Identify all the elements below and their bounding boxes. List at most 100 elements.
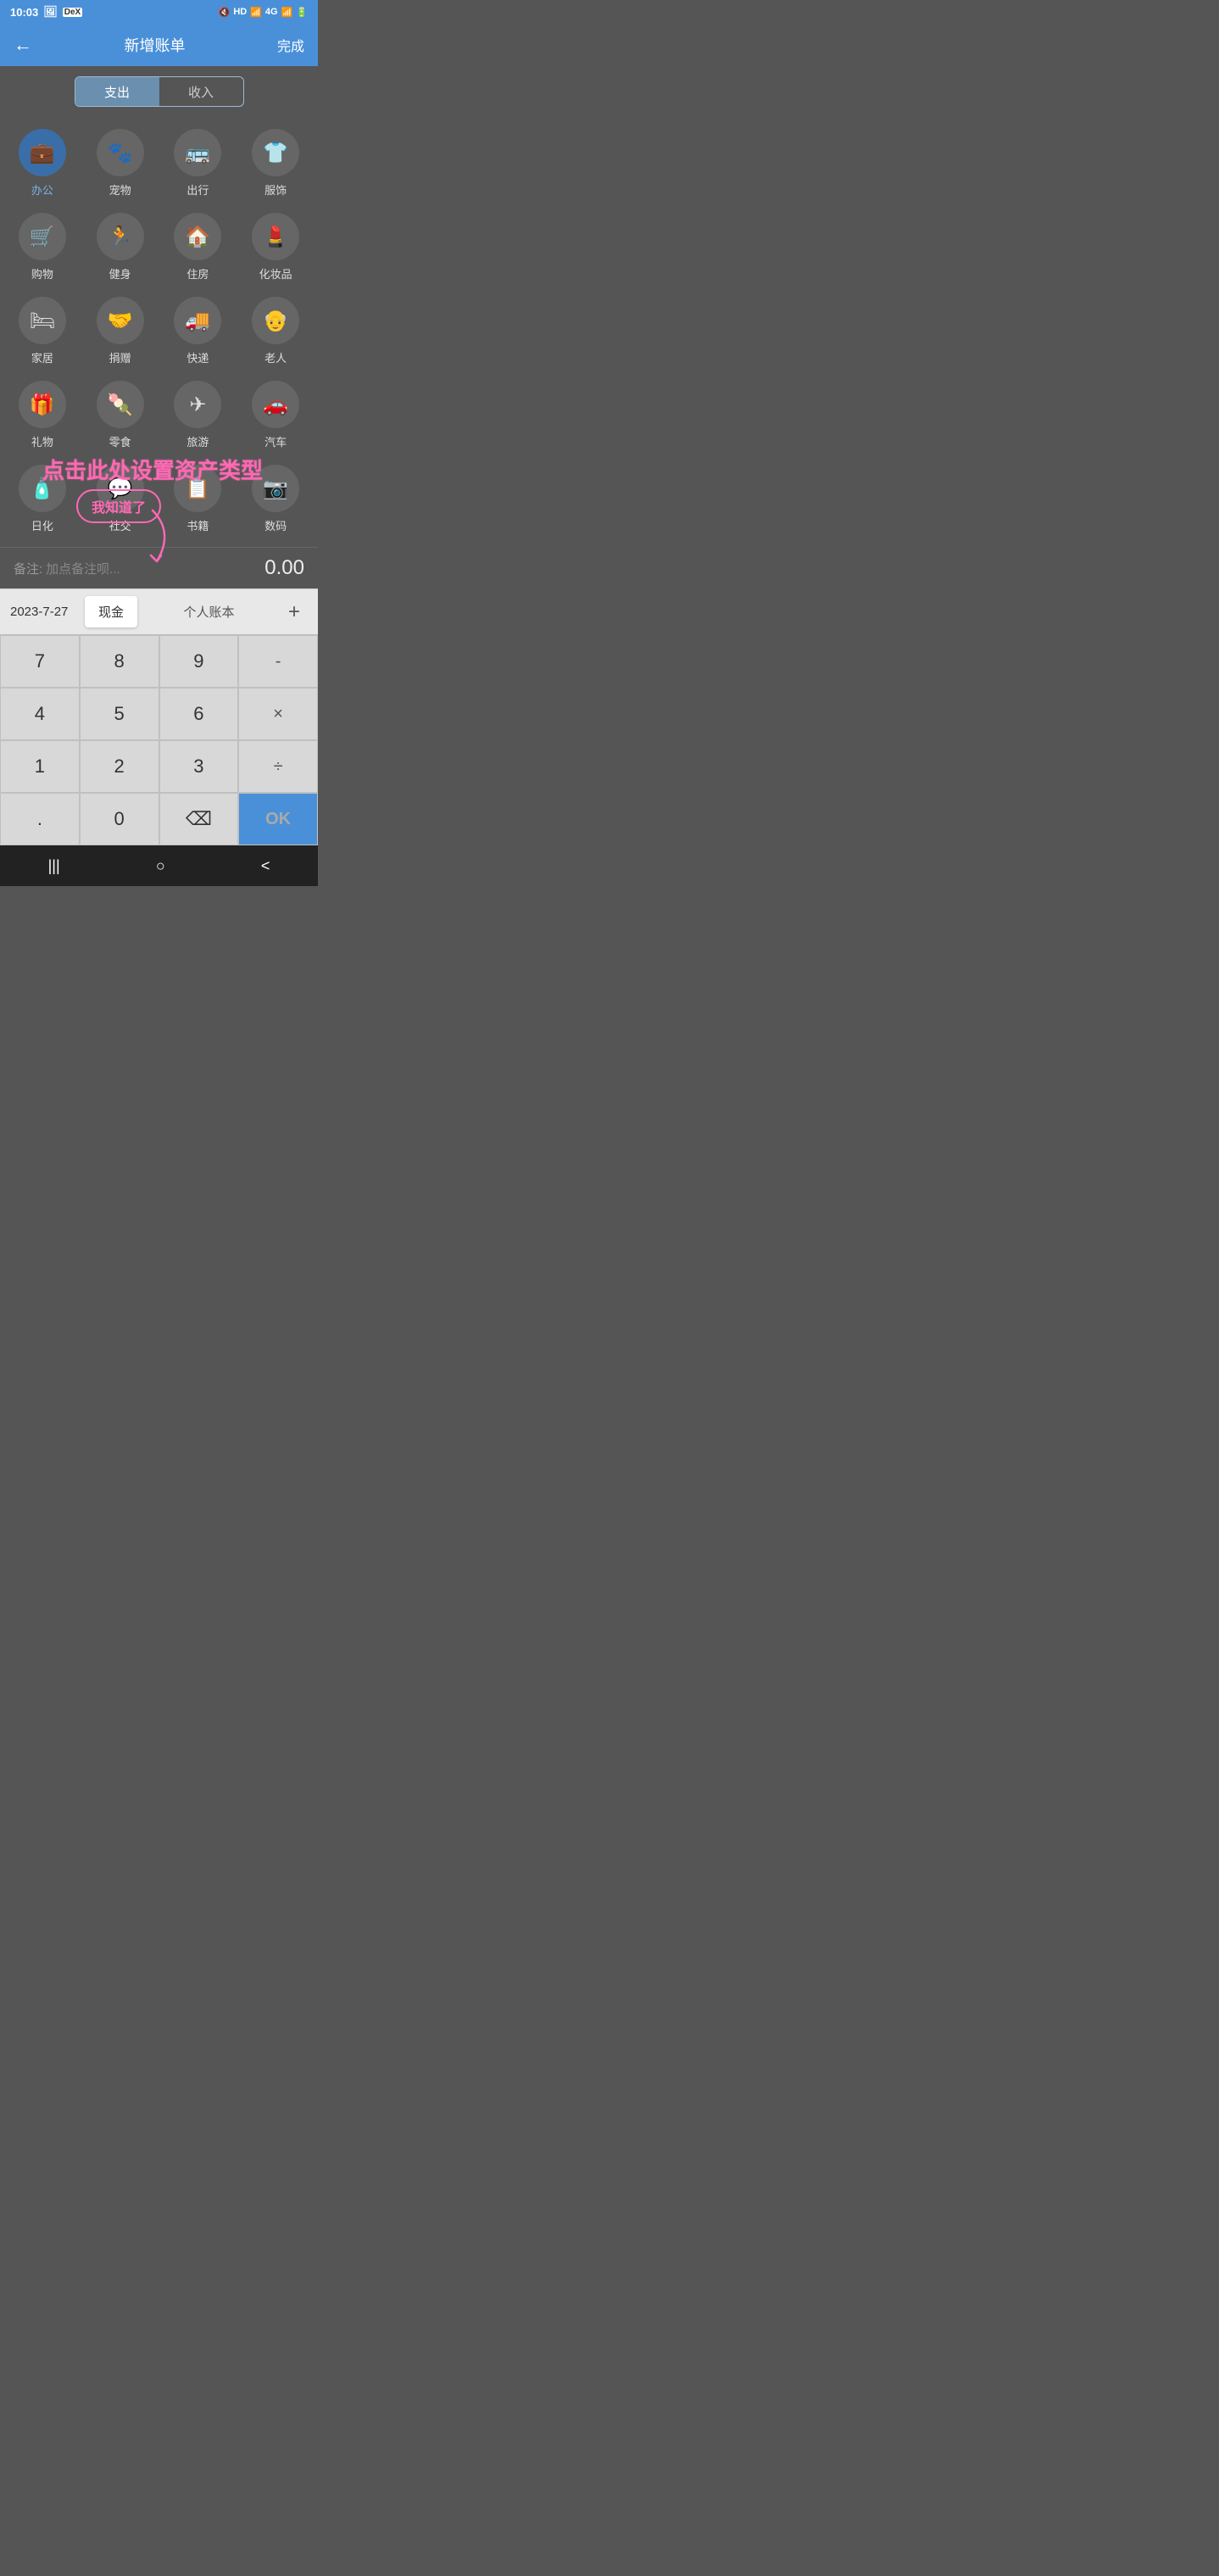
system-nav-bar: ||| ○ < (0, 845, 318, 886)
gift-icon: 🎁 (19, 381, 66, 428)
category-item-social[interactable]: 💬社交 (81, 456, 159, 540)
clothing-label: 服饰 (264, 181, 287, 198)
dex-icon: DeX (63, 8, 82, 17)
social-icon: 💬 (97, 465, 144, 512)
category-item-clothing[interactable]: 👕服饰 (237, 120, 314, 204)
category-item-car[interactable]: 🚗 汽车 (237, 372, 314, 456)
gift-label: 礼物 (31, 433, 53, 449)
cosmetics-label: 化妆品 (259, 265, 292, 282)
nav-menu-button[interactable]: ||| (48, 857, 60, 875)
numpad-key-9[interactable]: 9 (159, 635, 239, 688)
account-label[interactable]: 个人账本 (144, 603, 274, 621)
housing-icon: 🏠 (174, 213, 221, 260)
category-item-daily[interactable]: 🧴 日化 (3, 456, 81, 540)
status-right: 🔇 HD 📶 4G 📶 🔋 (219, 7, 308, 18)
page-title: 新增账单 (124, 34, 185, 56)
snack-icon: 🍡 (97, 381, 144, 428)
numpad-key-1[interactable]: 1 (0, 740, 80, 793)
numpad-key-2[interactable]: 2 (80, 740, 159, 793)
category-item-delivery[interactable]: 🚚快递 (159, 288, 237, 372)
numpad-key-div[interactable]: ÷ (238, 740, 318, 793)
hd-label: HD (233, 7, 247, 17)
status-time: 10:03 (10, 6, 38, 19)
amount-display: 0.00 (264, 556, 304, 580)
category-item-pet[interactable]: 🐾 宠物 (81, 120, 159, 204)
tab-switcher: 支出 收入 (0, 66, 318, 114)
numpad-key-0[interactable]: 0 (80, 793, 159, 845)
numpad-key-7[interactable]: 7 (0, 635, 80, 688)
nav-home-button[interactable]: ○ (156, 857, 165, 875)
category-item-home[interactable]: 🛏 家居 (3, 288, 81, 372)
tour-label: 旅游 (186, 433, 209, 449)
date-label[interactable]: 2023-7-27 (10, 605, 78, 619)
category-item-books[interactable]: 📋书籍 (159, 456, 237, 540)
category-item-donation[interactable]: 🤝 捐赠 (81, 288, 159, 372)
pet-icon: 🐾 (97, 129, 144, 176)
status-left: 10:03 🖼 DeX (10, 5, 82, 19)
pet-label: 宠物 (109, 181, 131, 198)
home-icon: 🛏 (19, 297, 66, 344)
remark-placeholder[interactable]: 加点备注呗... (46, 560, 120, 577)
numpad-key-8[interactable]: 8 (80, 635, 159, 688)
fitness-icon: 🏃 (97, 213, 144, 260)
category-item-cosmetics[interactable]: 💄化妆品 (237, 204, 314, 288)
remark-bar: 备注: 加点备注呗... 0.00 (0, 547, 318, 588)
category-item-elderly[interactable]: 👴老人 (237, 288, 314, 372)
office-icon: 💼 (19, 129, 66, 176)
tour-icon: ✈ (174, 381, 221, 428)
remark-label: 备注: (14, 560, 42, 577)
tab-income[interactable]: 收入 (159, 77, 243, 106)
done-button[interactable]: 完成 (277, 35, 304, 55)
home-label: 家居 (31, 349, 53, 365)
nav-back-button[interactable]: < (261, 857, 270, 875)
category-item-office[interactable]: 💼办公 (3, 120, 81, 204)
numpad-key-4[interactable]: 4 (0, 688, 80, 740)
battery-icon: 🔋 (296, 7, 308, 18)
donation-icon: 🤝 (97, 297, 144, 344)
tab-group: 支出 收入 (75, 76, 244, 107)
digital-icon: 📷 (252, 465, 299, 512)
shopping-icon: 🛒 (19, 213, 66, 260)
category-item-shopping[interactable]: 🛒购物 (3, 204, 81, 288)
numpad-key-6[interactable]: 6 (159, 688, 239, 740)
donation-label: 捐赠 (109, 349, 131, 365)
tab-expense[interactable]: 支出 (75, 77, 159, 106)
category-grid: 💼办公 🐾 宠物 🚌 出行 👕服饰 🛒购物 🏃 健身 🏠住房💄化妆品 🛏 家居 🤝 捐赠 🚚快递👴老人 🎁 礼物… (0, 114, 318, 547)
numpad-key-OK[interactable]: OK (238, 793, 318, 845)
numpad-key-backspace[interactable]: ⌫ (159, 793, 239, 845)
account-button[interactable]: 现金 (85, 596, 137, 627)
car-label: 汽车 (264, 433, 287, 449)
daily-label: 日化 (31, 517, 53, 533)
bottom-bar: 2023-7-27 现金 个人账本 + (0, 588, 318, 634)
numpad-key--[interactable]: - (238, 635, 318, 688)
category-item-tour[interactable]: ✈ 旅游 (159, 372, 237, 456)
fitness-label: 健身 (109, 265, 131, 282)
back-button[interactable]: ← (14, 34, 32, 56)
numpad: 789- 456× 123÷.0⌫OK (0, 634, 318, 845)
photo-icon: 🖼 (43, 5, 58, 19)
numpad-key-5[interactable]: 5 (80, 688, 159, 740)
category-item-snack[interactable]: 🍡 零食 (81, 372, 159, 456)
status-bar: 10:03 🖼 DeX 🔇 HD 📶 4G 📶 🔋 (0, 0, 318, 24)
category-item-gift[interactable]: 🎁 礼物 (3, 372, 81, 456)
travel-icon: 🚌 (174, 129, 221, 176)
travel-label: 出行 (186, 181, 209, 198)
wifi-icon: 📶 (250, 7, 262, 18)
elderly-label: 老人 (264, 349, 287, 365)
category-item-digital[interactable]: 📷 数码 (237, 456, 314, 540)
numpad-key-3[interactable]: 3 (159, 740, 239, 793)
category-item-housing[interactable]: 🏠住房 (159, 204, 237, 288)
numpad-key-.[interactable]: . (0, 793, 80, 845)
daily-icon: 🧴 (19, 465, 66, 512)
add-account-button[interactable]: + (281, 599, 308, 626)
category-item-travel[interactable]: 🚌 出行 (159, 120, 237, 204)
delivery-label: 快递 (186, 349, 209, 365)
category-item-fitness[interactable]: 🏃 健身 (81, 204, 159, 288)
snack-label: 零食 (109, 433, 131, 449)
car-icon: 🚗 (252, 381, 299, 428)
mute-icon: 🔇 (219, 7, 231, 18)
numpad-key-mul[interactable]: × (238, 688, 318, 740)
header: ← 新增账单 完成 (0, 24, 318, 66)
digital-label: 数码 (264, 517, 287, 533)
signal-bar: 📶 (281, 7, 293, 18)
